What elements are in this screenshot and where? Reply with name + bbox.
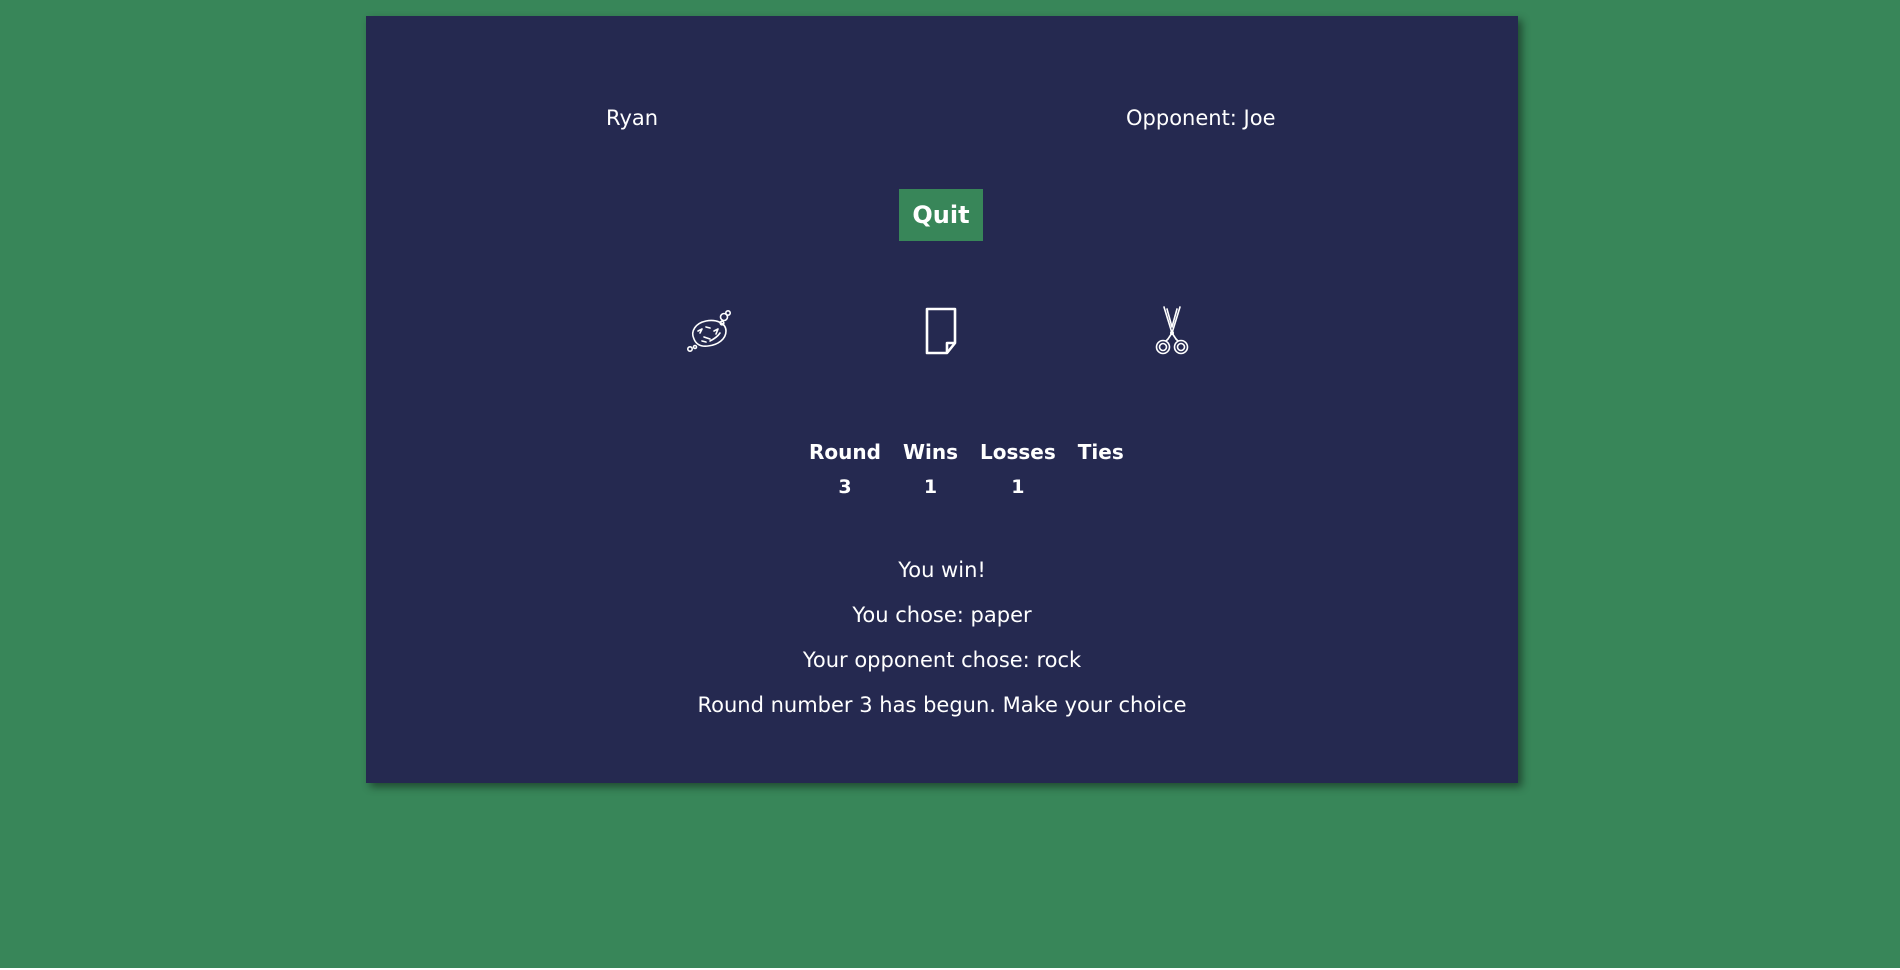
game-messages: You win! You chose: paper Your opponent … <box>366 556 1518 736</box>
result-message: You win! <box>898 558 986 582</box>
ties-header: Ties <box>1077 440 1124 464</box>
scoreboard-table: Round Wins Losses Ties 3 1 1 <box>798 436 1135 502</box>
losses-value: 1 <box>1011 476 1025 498</box>
opponent-name: Opponent: Joe <box>1126 106 1276 130</box>
rock-choice-button[interactable] <box>680 301 740 361</box>
losses-header: Losses <box>980 440 1056 464</box>
opponent-choice-message: Your opponent chose: rock <box>802 648 1082 672</box>
scoreboard-header-row: Round Wins Losses Ties <box>798 436 1135 472</box>
wins-value: 1 <box>923 476 938 498</box>
quit-button[interactable]: Quit <box>899 189 983 241</box>
scissors-choice-button[interactable] <box>1142 301 1202 361</box>
player-name: Ryan <box>606 106 659 130</box>
ties-value <box>1067 472 1135 502</box>
wins-header: Wins <box>902 440 958 464</box>
paper-icon <box>925 307 957 355</box>
round-status-message: Round number 3 has begun. Make your choi… <box>697 693 1187 717</box>
player-choice-message: You chose: paper <box>852 603 1032 627</box>
game-panel: Ryan Opponent: Joe Quit Round Wins Losse… <box>366 16 1518 783</box>
scissors-icon <box>1155 306 1189 355</box>
scoreboard-value-row: 3 1 1 <box>798 472 1135 502</box>
round-header: Round <box>809 440 881 464</box>
rock-icon <box>687 310 731 352</box>
paper-choice-button[interactable] <box>911 301 971 361</box>
round-value: 3 <box>838 476 852 498</box>
